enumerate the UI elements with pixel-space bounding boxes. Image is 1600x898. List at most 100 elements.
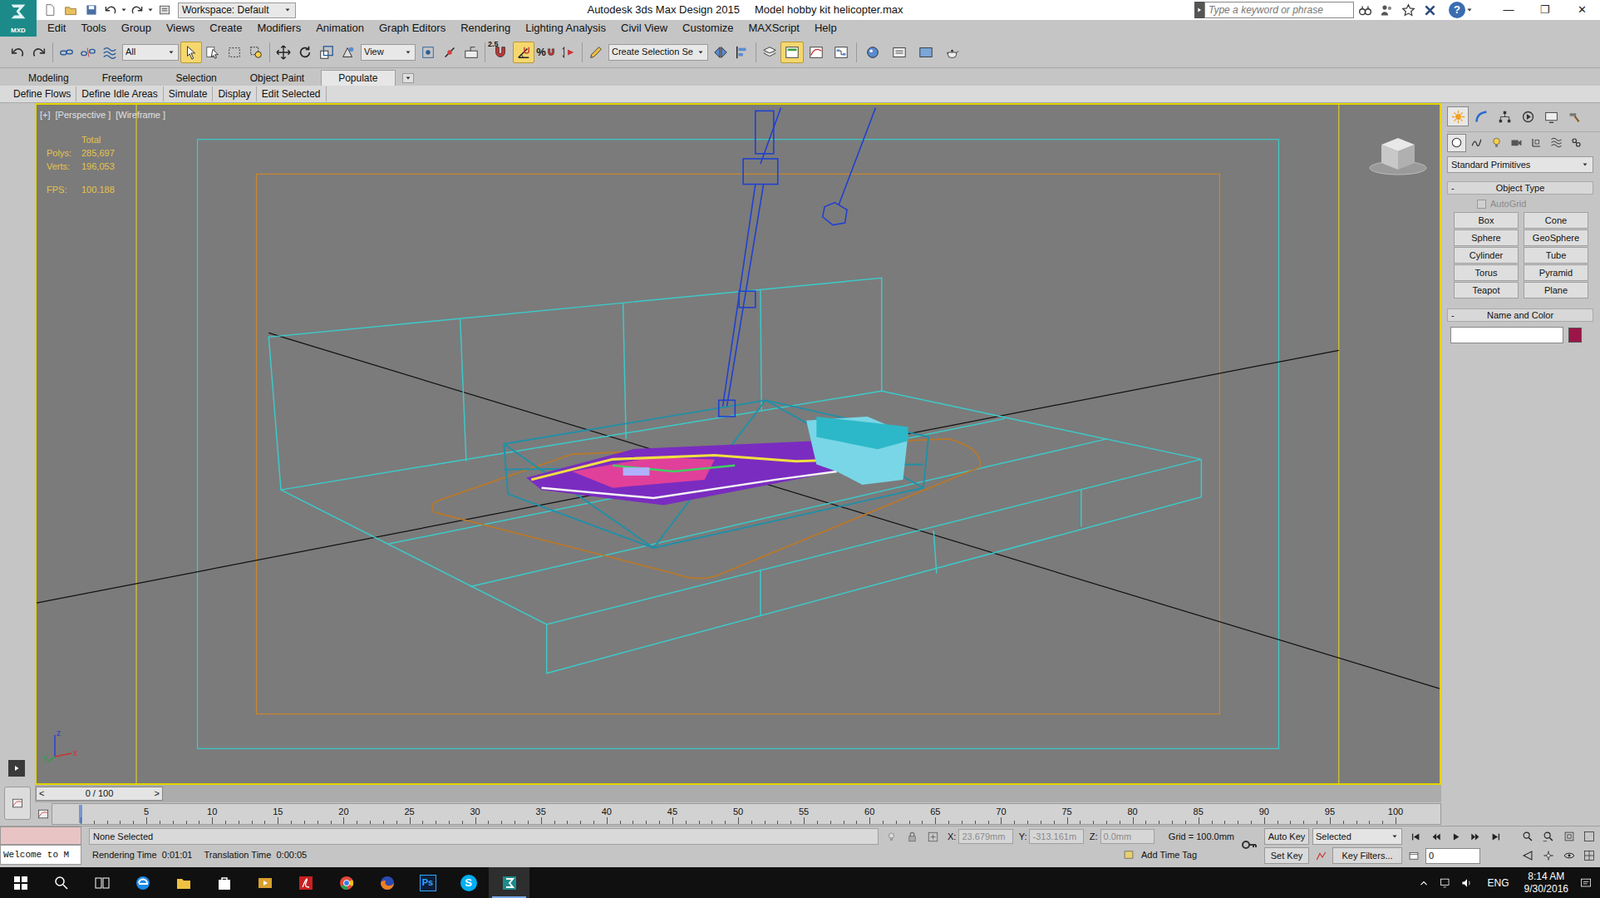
maxtog-nav-icon[interactable]	[1579, 846, 1600, 864]
menu-item[interactable]: Create	[201, 19, 250, 37]
add-time-tag[interactable]: Add Time Tag	[1141, 847, 1197, 862]
redo-icon[interactable]	[28, 41, 50, 64]
percent-snap[interactable]: %	[534, 41, 558, 64]
play-icon[interactable]	[1445, 827, 1466, 845]
bend-tab-icon[interactable]	[1470, 106, 1492, 127]
layer-icon[interactable]	[758, 41, 781, 64]
menu-item[interactable]: Modifiers	[249, 19, 309, 37]
explorer-taskbar-icon[interactable]	[162, 866, 204, 898]
firefox-taskbar-icon[interactable]	[366, 866, 408, 898]
isolate-icon[interactable]	[881, 827, 901, 845]
rect-region-icon[interactable]	[223, 41, 246, 64]
save-icon[interactable]	[81, 0, 102, 20]
ribbon-tab[interactable]: Object Paint	[233, 69, 321, 86]
zextall-nav-icon[interactable]	[1579, 827, 1600, 845]
menu-item[interactable]: Rendering	[452, 19, 518, 37]
max-taskbar-icon[interactable]	[488, 866, 530, 898]
camera-category-icon[interactable]	[1506, 133, 1527, 153]
subscription-icon[interactable]	[1375, 0, 1398, 20]
menu-item[interactable]: Edit	[39, 19, 74, 37]
search-field[interactable]	[1204, 1, 1354, 19]
chrome-taskbar-icon[interactable]	[325, 866, 367, 898]
graphite-ribbon-icon[interactable]	[780, 41, 804, 64]
open-icon[interactable]	[60, 0, 81, 20]
keyboard-shortcut-icon[interactable]	[460, 41, 483, 64]
systems-category-icon[interactable]	[1566, 133, 1586, 153]
move-icon[interactable]	[272, 41, 295, 64]
primitive-button[interactable]: Teapot	[1453, 281, 1519, 299]
selection-lock-icon[interactable]	[902, 827, 921, 845]
ribbon-button[interactable]: Simulate	[163, 86, 214, 102]
undo-icon[interactable]	[102, 0, 119, 20]
coord-field[interactable]: -313.161m	[1028, 828, 1084, 844]
mirror-icon[interactable]	[709, 41, 732, 64]
collapse-toggle[interactable]: -	[1451, 308, 1462, 323]
fov-nav-icon[interactable]	[1517, 846, 1538, 864]
time-slider-thumb[interactable]: <0 / 100>	[35, 786, 163, 801]
menu-item[interactable]: Views	[158, 19, 202, 37]
next-frame-icon[interactable]	[1465, 827, 1486, 845]
time-slider-track[interactable]: <0 / 100>	[34, 784, 1442, 803]
notification-icon[interactable]	[1575, 870, 1597, 896]
zoom-nav-icon[interactable]	[1517, 827, 1538, 845]
viewport[interactable]: [+][Perspective ][Wireframe ]TotalPolys:…	[34, 103, 1442, 785]
app-logo[interactable]: MXD	[0, 0, 37, 37]
exchange-icon[interactable]	[1418, 0, 1441, 20]
undo-icon[interactable]	[6, 41, 29, 64]
menu-item[interactable]: Customize	[674, 19, 741, 37]
key-filters-button[interactable]: Key Filters...	[1332, 846, 1403, 864]
angle-snap-icon[interactable]	[512, 41, 535, 64]
named-selection[interactable]: Create Selection Se	[608, 44, 709, 61]
mini-curve-editor-icon[interactable]	[34, 803, 52, 824]
category-dropdown[interactable]: Standard Primitives	[1447, 156, 1594, 173]
scale-icon[interactable]	[315, 41, 338, 64]
primitive-button[interactable]: Pyramid	[1523, 264, 1589, 281]
spinner-snap-icon[interactable]	[557, 41, 580, 64]
ribbon-button[interactable]: Edit Selected	[256, 86, 327, 102]
restore-button[interactable]: ❐	[1526, 0, 1564, 20]
go-to-start-icon[interactable]	[1405, 827, 1426, 845]
material-editor-icon[interactable]	[859, 41, 887, 64]
prev-frame-button[interactable]: <	[39, 786, 45, 801]
primitive-button[interactable]: Cylinder	[1453, 246, 1519, 264]
help-button[interactable]: ?	[1448, 1, 1466, 19]
zext-nav-icon[interactable]	[1559, 827, 1580, 845]
primitive-button[interactable]: Box	[1453, 211, 1519, 229]
render-setup-icon[interactable]	[886, 41, 913, 64]
clock[interactable]: 8:14 AM9/30/2016	[1521, 870, 1572, 896]
menu-item[interactable]: Help	[807, 19, 845, 37]
link-icon[interactable]	[55, 41, 78, 64]
redo-icon[interactable]	[128, 0, 146, 20]
object-color-swatch[interactable]	[1568, 327, 1582, 343]
tray-overflow-icon[interactable]	[1414, 870, 1433, 896]
hammer-tab-icon[interactable]	[1563, 106, 1586, 127]
menu-item[interactable]: Lighting Analysis	[517, 19, 614, 37]
workspace-dropdown[interactable]: Workspace: Default	[177, 2, 296, 19]
time-config-icon[interactable]	[1405, 846, 1423, 864]
previous-frame-icon[interactable]	[1425, 827, 1446, 845]
expand-icon[interactable]	[1194, 1, 1205, 19]
minimize-button[interactable]: —	[1490, 0, 1527, 20]
edit-named-selection-icon[interactable]	[585, 41, 607, 64]
display-tab-icon[interactable]	[1540, 106, 1562, 127]
primitive-button[interactable]: Cone	[1523, 211, 1589, 229]
new-icon[interactable]	[39, 0, 60, 20]
shapes-category-icon[interactable]	[1467, 133, 1487, 153]
skype-taskbar-icon[interactable]: S	[448, 866, 489, 898]
render-icon[interactable]	[939, 41, 966, 64]
mini-listener-icon[interactable]	[4, 786, 31, 820]
ribbon-tab[interactable]: Freeform	[85, 69, 160, 86]
ribbon-tab[interactable]: Modeling	[11, 69, 86, 86]
align-icon[interactable]	[731, 41, 754, 64]
primitive-button[interactable]: GeoSphere	[1523, 229, 1589, 247]
spacewarp-category-icon[interactable]	[1546, 133, 1566, 153]
viewport-label[interactable]: [+]	[39, 108, 51, 123]
favorites-icon[interactable]	[1397, 0, 1419, 20]
search-taskbar-icon[interactable]	[40, 866, 82, 898]
viewcube-icon[interactable]	[1366, 132, 1430, 177]
volume-icon[interactable]	[1457, 870, 1477, 896]
acrobat-taskbar-icon[interactable]	[285, 866, 326, 898]
light-category-icon[interactable]	[1486, 133, 1507, 153]
object-name-field[interactable]	[1450, 326, 1564, 344]
sphereo-category-icon[interactable]	[1447, 133, 1467, 153]
